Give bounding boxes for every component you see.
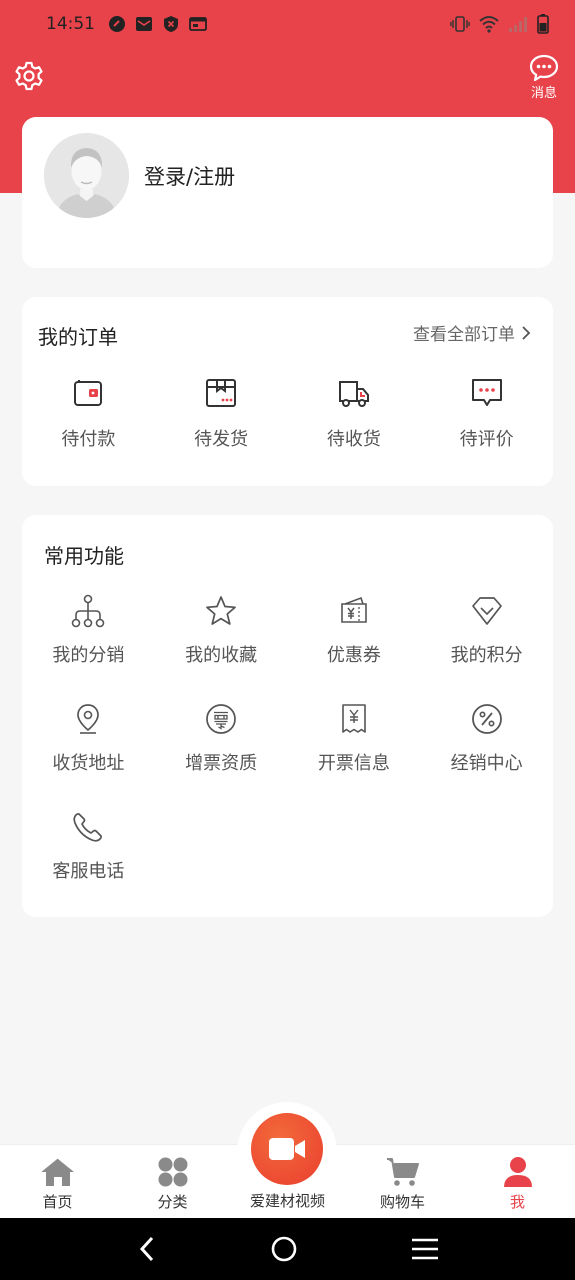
view-all-orders-label: 查看全部订单 [413,325,515,345]
category-icon [158,1157,187,1187]
chat-bubble-icon [529,54,559,82]
vat-invoice-qualification[interactable]: 增票资质 [155,701,288,775]
home-icon [41,1158,74,1186]
messages-button[interactable]: 消息 [527,54,561,102]
order-pending-receipt[interactable]: 待收货 [288,375,421,451]
app-notification-icon [109,16,125,32]
coupons[interactable]: 优惠券 [288,593,421,667]
system-status-icons [450,14,549,34]
battery-icon [537,14,549,34]
distribution-center[interactable]: 经销中心 [420,701,553,775]
notification-icons [108,15,207,33]
status-time: 14:51 [46,14,95,34]
default-avatar-icon [44,133,129,218]
mail-icon [136,17,152,31]
invoice-badge-icon [206,704,236,734]
my-distribution[interactable]: 我的分销 [22,593,155,667]
back-icon[interactable] [137,1235,157,1263]
order-pending-payment[interactable]: 待付款 [22,375,155,451]
tab-cart-label: 购物车 [379,1193,425,1211]
common-functions-card: 常用功能 我的分销 我的收藏 优惠券 我的积分 收货地址 增票资质 开票信息 经… [22,515,553,917]
tab-cart[interactable]: 购物车 [345,1145,460,1218]
order-item-label: 待收货 [326,429,381,450]
function-label: 收货地址 [52,753,125,774]
status-bar: 14:51 [0,0,575,48]
comment-icon [471,379,502,406]
function-label: 我的积分 [450,645,523,666]
tab-me-label: 我 [509,1193,525,1211]
order-item-label: 待付款 [61,429,116,450]
tab-category-label: 分类 [157,1193,188,1211]
tab-home-label: 首页 [42,1193,73,1211]
profile-card: 登录/注册 [22,117,553,268]
tab-video-label[interactable]: 爱建材视频 [230,1190,345,1211]
receipt-icon [342,704,366,733]
order-pending-shipment[interactable]: 待发货 [155,375,288,451]
order-item-label: 待发货 [194,429,249,450]
window-icon [189,17,207,31]
diamond-icon [471,597,502,625]
my-favorites[interactable]: 我的收藏 [155,593,288,667]
function-label: 客服电话 [52,861,125,882]
shipping-address[interactable]: 收货地址 [22,701,155,775]
tab-video-button[interactable] [251,1113,323,1185]
truck-icon [338,381,369,407]
star-icon [206,596,236,625]
view-all-orders-link[interactable]: 查看全部订单 [413,320,531,345]
login-register-link[interactable]: 登录/注册 [144,161,235,191]
avatar[interactable] [44,133,129,218]
invoice-information[interactable]: 开票信息 [288,701,421,775]
function-label: 优惠券 [326,645,381,666]
user-icon [503,1157,532,1187]
percent-icon [471,704,502,734]
order-status-row: 待付款 待发货 待收货 待评价 [22,375,553,451]
vibrate-icon [450,16,470,32]
coupon-icon [341,596,367,623]
distribution-icon [72,594,105,628]
video-camera-icon [269,1138,305,1160]
tab-category[interactable]: 分类 [115,1145,230,1218]
my-orders-card: 我的订单 查看全部订单 待付款 待发货 待收货 待评价 [22,297,553,486]
tab-me[interactable]: 我 [460,1145,575,1218]
orders-title: 我的订单 [38,325,118,349]
location-icon [77,704,100,734]
order-pending-review[interactable]: 待评价 [420,375,553,451]
functions-title: 常用功能 [44,544,124,568]
function-label: 我的收藏 [185,645,258,666]
function-label: 经销中心 [450,753,523,774]
order-item-label: 待评价 [459,429,514,450]
shield-notification-icon [164,16,178,32]
messages-label: 消息 [530,86,557,101]
phone-icon [73,813,103,842]
function-label: 我的分销 [52,645,125,666]
my-points[interactable]: 我的积分 [420,593,553,667]
signal-icon [509,17,527,32]
functions-grid: 我的分销 我的收藏 优惠券 我的积分 收货地址 增票资质 开票信息 经销中心 客… [22,593,553,883]
wifi-icon [479,16,499,33]
cart-icon [386,1158,419,1186]
customer-service-phone[interactable]: 客服电话 [22,809,155,883]
menu-icon[interactable] [411,1237,439,1261]
function-label: 增票资质 [185,753,258,774]
system-navigation-bar [0,1218,575,1280]
package-icon [206,379,237,407]
chevron-right-icon [522,325,531,340]
home-circle-icon[interactable] [270,1235,298,1263]
tab-home[interactable]: 首页 [0,1145,115,1218]
settings-gear-icon[interactable] [13,60,45,92]
wallet-icon [74,380,103,406]
function-label: 开票信息 [317,753,390,774]
